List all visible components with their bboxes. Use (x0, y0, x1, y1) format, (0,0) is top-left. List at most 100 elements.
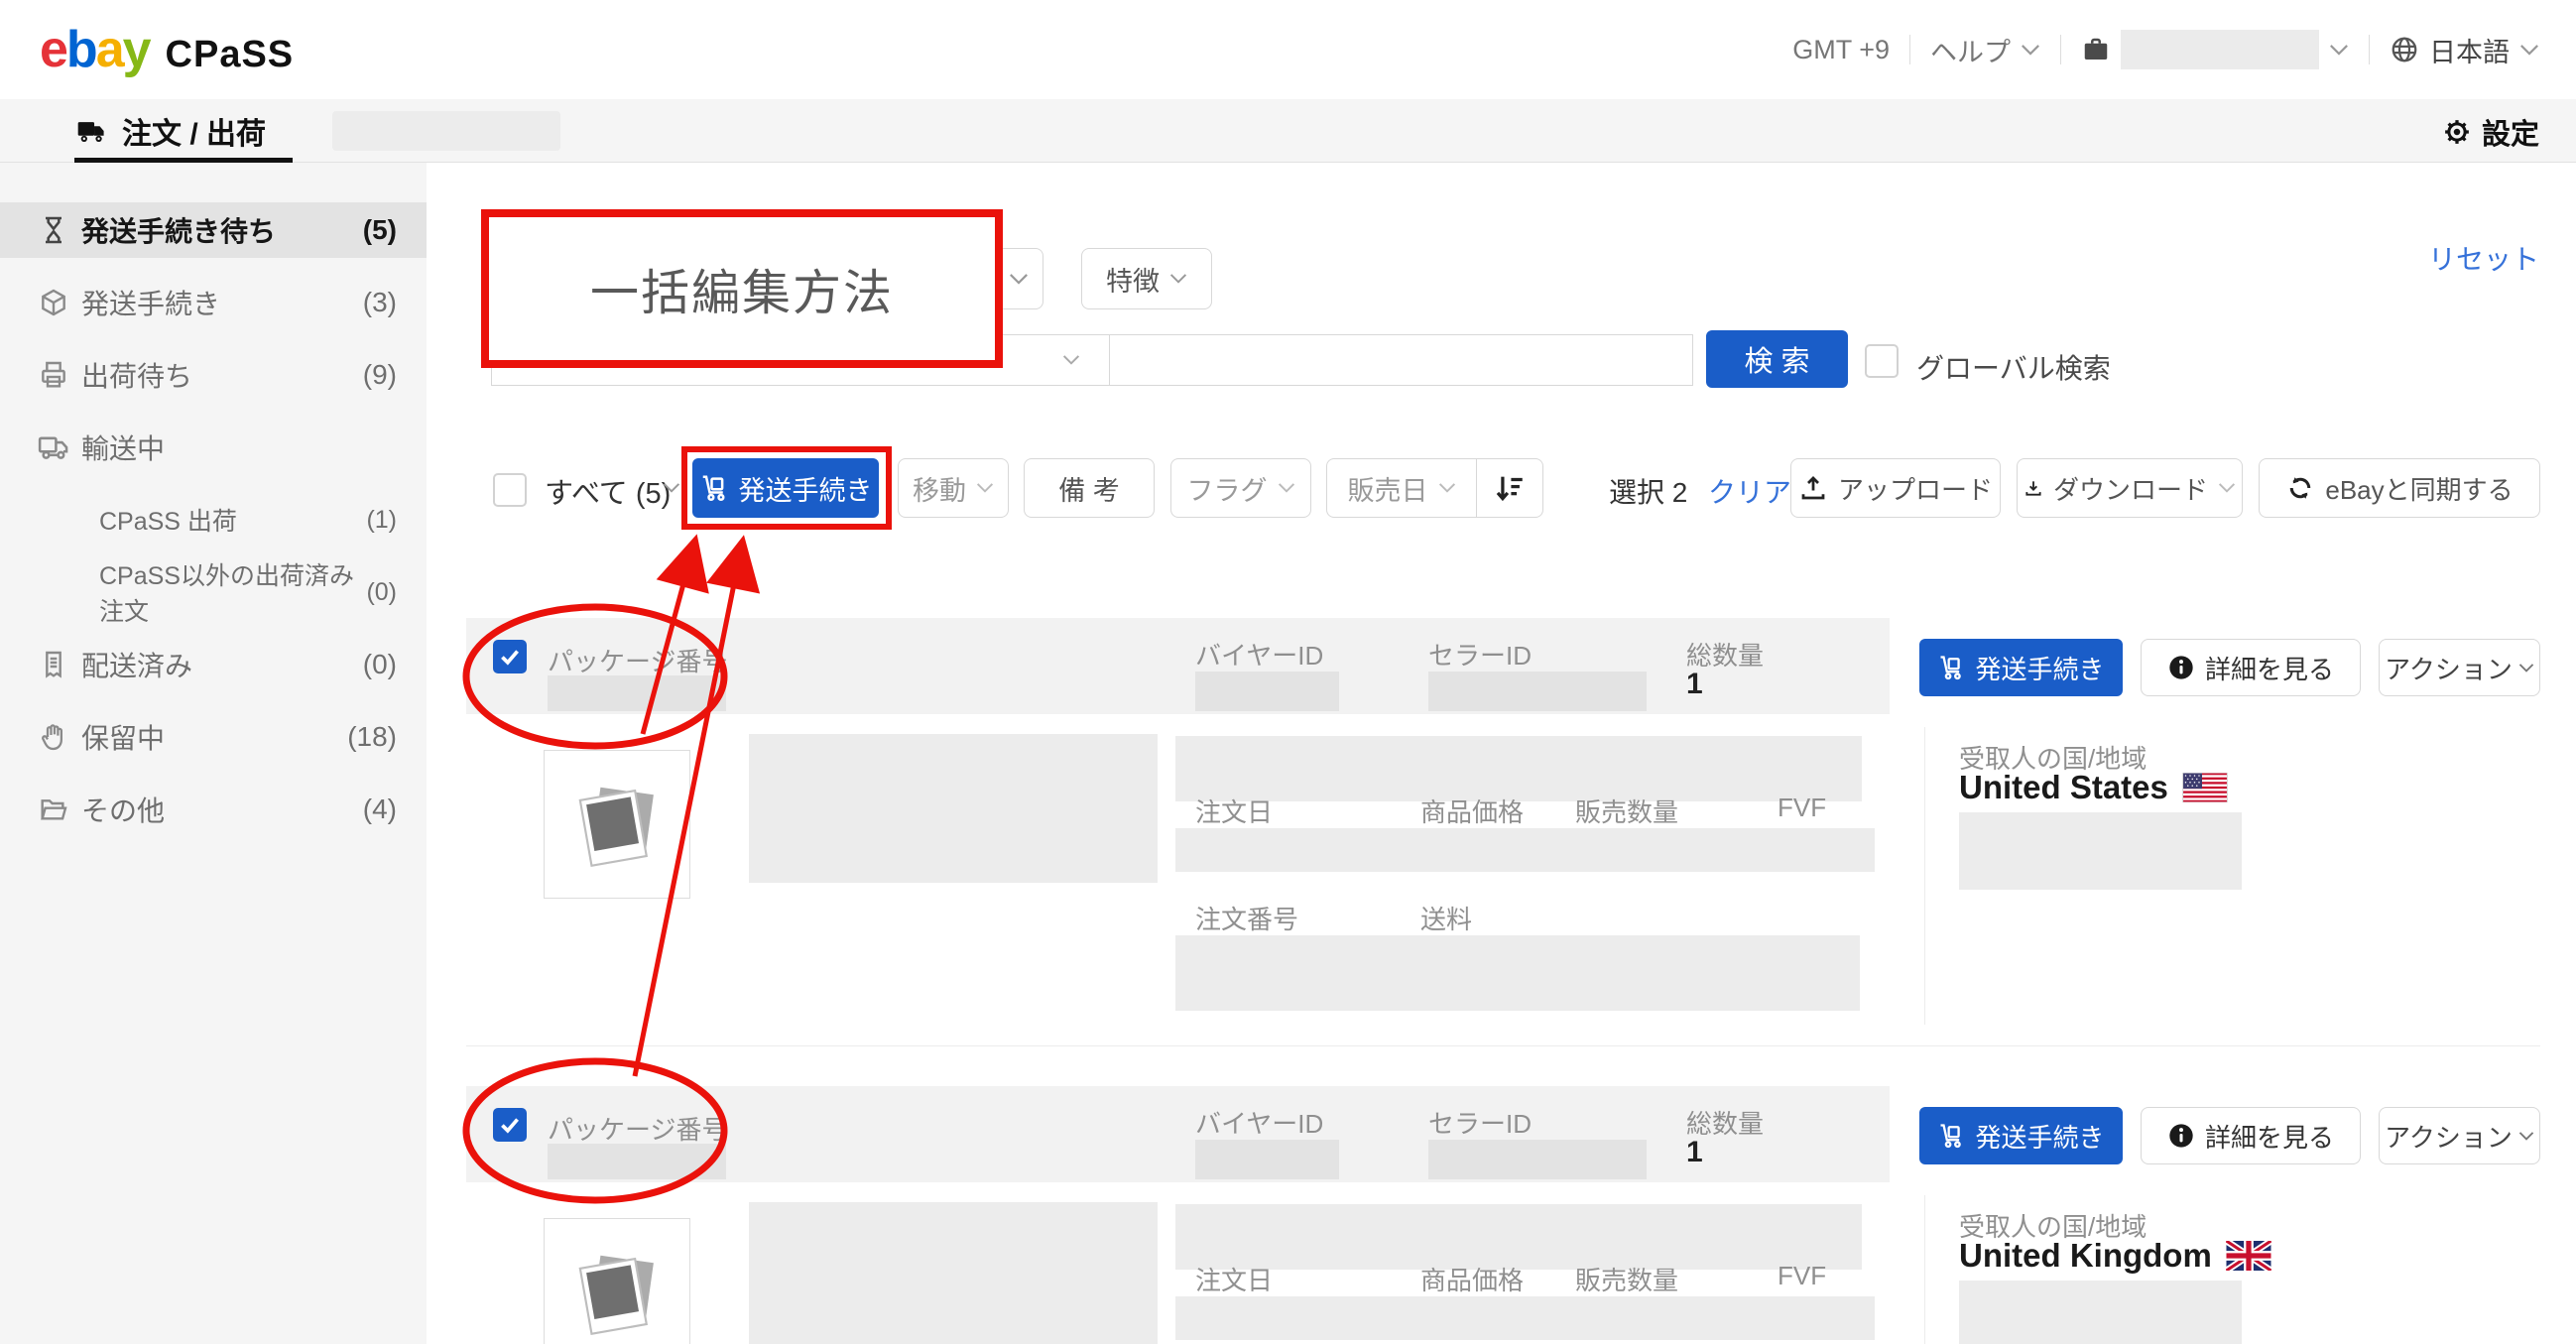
item-price-label: 商品価格 (1420, 1261, 1524, 1297)
move-label: 移動 (913, 469, 966, 508)
feature-filter-button[interactable]: 特徴 (1081, 248, 1212, 309)
item-thumbnail[interactable] (544, 1218, 690, 1344)
item-title-redacted (749, 1202, 1158, 1344)
country-name: United Kingdom (1959, 1237, 2212, 1275)
ebay-cpass-logo[interactable]: e b a y CPaSS (40, 20, 294, 79)
search-input[interactable] (1110, 335, 1693, 385)
sync-ebay-button[interactable]: eBayと同期する (2259, 458, 2540, 518)
chevron-down-icon[interactable] (663, 482, 680, 494)
upload-label: アップロード (1838, 470, 1993, 507)
settings-label: 設定 (2482, 111, 2539, 153)
recipient-address-redacted (1959, 1281, 2242, 1344)
timezone-label: GMT +9 (1792, 35, 1890, 65)
account-menu[interactable] (2081, 30, 2349, 69)
sidebar-item-cpass-shipments[interactable]: CPaSS 出荷 (1) (0, 492, 427, 548)
main-tabbar: 注文 / 出荷 設定 (0, 99, 2576, 163)
order-values-redacted (1175, 828, 1875, 872)
card-ship-button[interactable]: 発送手続き (1919, 1107, 2123, 1164)
chevron-down-icon (976, 482, 994, 494)
search-button-label: 検 索 (1744, 338, 1809, 380)
folder-icon (38, 794, 69, 825)
sidebar-item-count: (0) (363, 649, 397, 680)
sidebar-item-in-transit[interactable]: 輸送中 (0, 420, 427, 475)
sold-qty-label: 販売数量 (1575, 1261, 1678, 1297)
photo-placeholder-icon (563, 771, 671, 878)
seller-id-label: セラーID (1428, 1104, 1532, 1141)
card-actions-button[interactable]: アクション (2379, 1107, 2540, 1164)
clear-selection-link[interactable]: クリア (1708, 471, 1791, 511)
fvf-label: FVF (1778, 1261, 1826, 1291)
recipient-country-value: United Kingdom (1959, 1237, 2271, 1275)
card-details-button[interactable]: 詳細を見る (2141, 639, 2361, 696)
sidebar-item-label: その他 (81, 790, 165, 829)
flag-button[interactable]: フラグ (1170, 458, 1311, 518)
settings-button[interactable]: 設定 (2442, 111, 2539, 153)
sale-date-label: 販売日 (1348, 469, 1428, 508)
sidebar-item-label: 出荷待ち (81, 355, 192, 395)
seller-id-label: セラーID (1428, 636, 1532, 672)
photo-placeholder-icon (563, 1239, 671, 1344)
sidebar-item-label: 保留中 (81, 717, 165, 757)
logo-letter: b (66, 20, 96, 79)
global-search-label: グローバル検索 (1916, 347, 2111, 387)
help-label: ヘルプ (1930, 31, 2011, 69)
upload-button[interactable]: アップロード (1790, 458, 2001, 518)
search-type-select[interactable] (492, 335, 1109, 385)
item-thumbnail[interactable] (544, 750, 690, 899)
package-number-redacted (548, 675, 726, 711)
uk-flag-icon (2226, 1241, 2271, 1271)
logo-letter: e (40, 20, 66, 79)
download-button[interactable]: ダウンロード (2017, 458, 2243, 518)
search-button[interactable]: 検 索 (1706, 330, 1848, 388)
sidebar-item-shipping-process[interactable]: 発送手続き (3) (0, 275, 427, 330)
card-details-button[interactable]: 詳細を見る (2141, 1107, 2361, 1164)
language-menu[interactable]: 日本語 (2390, 31, 2539, 69)
sidebar-item-awaiting-shipping-process[interactable]: 発送手続き待ち (5) (0, 202, 427, 258)
download-label: ダウンロード (2053, 470, 2208, 507)
sidebar-item-on-hold[interactable]: 保留中 (18) (0, 709, 427, 765)
move-button[interactable]: 移動 (898, 458, 1009, 518)
select-all-checkbox[interactable] (493, 473, 527, 507)
note-button[interactable]: 備 考 (1024, 458, 1155, 518)
hidden-filter-dropdown[interactable] (833, 248, 1043, 309)
package-checkbox[interactable] (493, 640, 527, 673)
global-search-checkbox[interactable] (1865, 344, 1899, 378)
chevron-down-icon (2329, 44, 2349, 57)
check-icon (497, 644, 523, 670)
divider (1909, 35, 1910, 64)
check-icon (497, 1112, 523, 1138)
chevron-down-icon (1169, 273, 1187, 285)
second-tab-redacted[interactable] (332, 111, 560, 151)
divider (1924, 727, 1925, 1025)
tab-label: 注文 / 出荷 (122, 109, 266, 153)
buyer-id-label: バイヤーID (1195, 636, 1323, 672)
language-label: 日本語 (2429, 31, 2510, 69)
selected-count-label: 選択 2 (1609, 471, 1687, 511)
sidebar-item-non-cpass-shipped[interactable]: CPaSS以外の出荷済み注文 (0) (0, 564, 427, 620)
sold-qty-label: 販売数量 (1575, 793, 1678, 829)
divider (2369, 35, 2370, 64)
sidebar-item-others[interactable]: その他 (4) (0, 782, 427, 837)
sort-descending-button[interactable] (1476, 458, 1543, 518)
buyer-id-redacted (1195, 1140, 1339, 1179)
sale-date-button[interactable]: 販売日 (1326, 458, 1477, 518)
chevron-down-icon (2218, 482, 2236, 494)
bulk-ship-button[interactable]: 発送手続き (692, 458, 879, 518)
reset-link[interactable]: リセット (2428, 238, 2539, 278)
chevron-down-icon (2519, 44, 2539, 57)
tab-orders-shipping[interactable]: 注文 / 出荷 (74, 109, 266, 153)
select-all-label[interactable]: すべて (5) (545, 470, 671, 512)
recipient-country-value: United States (1959, 769, 2228, 806)
card-actions-button[interactable]: アクション (2379, 639, 2540, 696)
logo-suffix: CPaSS (166, 34, 295, 76)
order-date-label: 注文日 (1195, 1261, 1273, 1297)
help-menu[interactable]: ヘルプ (1930, 31, 2040, 69)
sidebar-item-label: 輸送中 (81, 428, 165, 467)
package-checkbox[interactable] (493, 1108, 527, 1142)
sort-descending-icon (1493, 471, 1527, 505)
sidebar-item-count: (18) (347, 721, 397, 753)
sidebar-item-delivered[interactable]: 配送済み (0) (0, 637, 427, 692)
sidebar-item-awaiting-shipment[interactable]: 出荷待ち (9) (0, 347, 427, 403)
sidebar-item-label: 発送手続き待ち (81, 210, 276, 250)
card-ship-button[interactable]: 発送手続き (1919, 639, 2123, 696)
